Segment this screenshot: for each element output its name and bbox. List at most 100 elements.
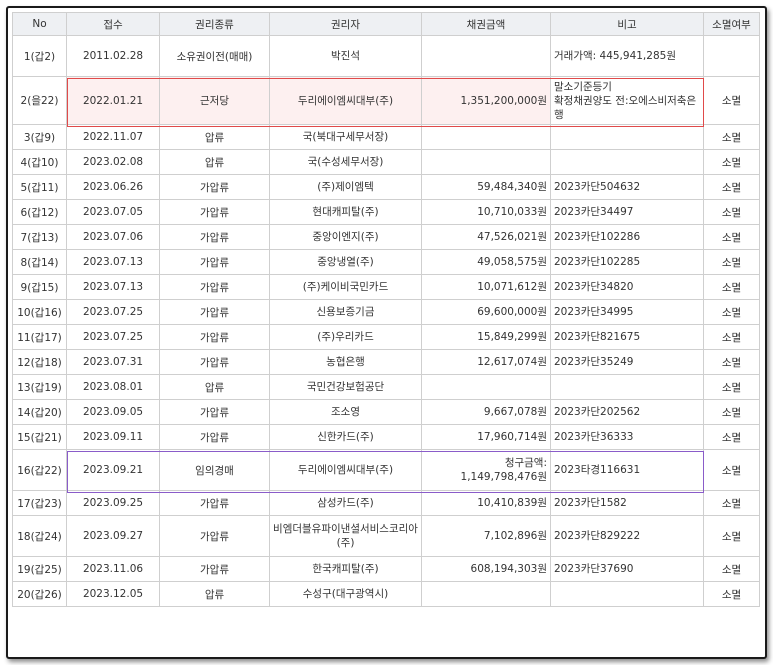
cell-status: 소멸 (703, 274, 760, 300)
cell-type: 가압류 (159, 399, 270, 425)
cell-date: 2023.07.13 (66, 249, 160, 275)
cell-amount: 608,194,303원 (421, 556, 551, 582)
cell-type: 가압류 (159, 515, 270, 557)
table-row: 4(갑10) 2023.02.08 압류 국(수성세무서장) 소멸 (12, 149, 760, 175)
cell-amount (421, 149, 551, 175)
cell-amount: 10,410,839원 (421, 490, 551, 516)
cell-type: 가압류 (159, 490, 270, 516)
cell-holder: (주)제이엠텍 (269, 174, 422, 200)
col-header-note: 비고 (550, 12, 704, 36)
cell-type: 임의경매 (159, 449, 270, 491)
cell-holder: (주)케이비국민카드 (269, 274, 422, 300)
cell-date: 2023.09.21 (66, 449, 160, 491)
cell-no: 16(갑22) (12, 449, 67, 491)
cell-holder: 국(수성세무서장) (269, 149, 422, 175)
table-row: 13(갑19) 2023.08.01 압류 국민건강보험공단 소멸 (12, 374, 760, 400)
cell-holder: 조소영 (269, 399, 422, 425)
table-row: 6(갑12) 2023.07.05 가압류 현대캐피탈(주) 10,710,033원 20… (12, 199, 760, 225)
table-row: 5(갑11) 2023.06.26 가압류 (주)제이엠텍 59,484,340원 202… (12, 174, 760, 200)
cell-no: 20(갑26) (12, 581, 67, 607)
cell-amount: 69,600,000원 (421, 299, 551, 325)
cell-amount (421, 581, 551, 607)
cell-note: 2023카단34820 (550, 274, 704, 300)
cell-status: 소멸 (703, 490, 760, 516)
cell-date: 2022.01.21 (66, 76, 160, 125)
cell-no: 13(갑19) (12, 374, 67, 400)
cell-status: 소멸 (703, 515, 760, 557)
cell-date: 2023.09.11 (66, 424, 160, 450)
cell-type: 압류 (159, 581, 270, 607)
register-table-panel: No 접수 권리종류 권리자 채권금액 비고 소멸여부 1(갑2) 2011.02… (6, 6, 767, 659)
cell-type: 가압류 (159, 174, 270, 200)
cell-date: 2023.06.26 (66, 174, 160, 200)
cell-date: 2023.07.06 (66, 224, 160, 250)
cell-date: 2023.09.27 (66, 515, 160, 557)
cell-no: 19(갑25) (12, 556, 67, 582)
cell-no: 7(갑13) (12, 224, 67, 250)
table-row: 10(갑16) 2023.07.25 가압류 신용보증기금 69,600,000원 202… (12, 299, 760, 325)
table-row: 9(갑15) 2023.07.13 가압류 (주)케이비국민카드 10,071,612원… (12, 274, 760, 300)
table-row: 11(갑17) 2023.07.25 가압류 (주)우리카드 15,849,299원 20… (12, 324, 760, 350)
cell-no: 10(갑16) (12, 299, 67, 325)
cell-note: 2023카단504632 (550, 174, 704, 200)
cell-status: 소멸 (703, 349, 760, 375)
cell-holder: (주)우리카드 (269, 324, 422, 350)
cell-type: 가압류 (159, 324, 270, 350)
cell-no: 8(갑14) (12, 249, 67, 275)
table-row: 15(갑21) 2023.09.11 가압류 신한카드(주) 17,960,714원 20… (12, 424, 760, 450)
cell-amount: 10,710,033원 (421, 199, 551, 225)
cell-type: 가압류 (159, 224, 270, 250)
table-row: 19(갑25) 2023.11.06 가압류 한국캐피탈(주) 608,194,303원… (12, 556, 760, 582)
cell-no: 6(갑12) (12, 199, 67, 225)
cell-no: 3(갑9) (12, 124, 67, 150)
cell-status: 소멸 (703, 249, 760, 275)
cell-type: 가압류 (159, 424, 270, 450)
cell-holder: 비엠더블유파이낸셜서비스코리아(주) (269, 515, 422, 557)
cell-holder: 한국캐피탈(주) (269, 556, 422, 582)
table-row: 20(갑26) 2023.12.05 압류 수성구(대구광역시) 소멸 (12, 581, 760, 607)
cell-no: 5(갑11) (12, 174, 67, 200)
cell-note: 2023카단829222 (550, 515, 704, 557)
table-row: 18(갑24) 2023.09.27 가압류 비엠더블유파이낸셜서비스코리아(주) 7,… (12, 515, 760, 557)
cell-amount: 7,102,896원 (421, 515, 551, 557)
cell-no: 9(갑15) (12, 274, 67, 300)
cell-note: 2023카단1582 (550, 490, 704, 516)
cell-no: 14(갑20) (12, 399, 67, 425)
cell-no: 12(갑18) (12, 349, 67, 375)
table-row: 1(갑2) 2011.02.28 소유권이전(매매) 박진석 거래가액: 445,941… (12, 35, 760, 77)
cell-amount: 47,526,021원 (421, 224, 551, 250)
cell-status: 소멸 (703, 224, 760, 250)
cell-note: 말소기준등기 확정채권양도 전:오에스비저축은행 (550, 76, 704, 125)
cell-note: 2023카단34995 (550, 299, 704, 325)
cell-holder: 신한카드(주) (269, 424, 422, 450)
cell-note: 2023카단102285 (550, 249, 704, 275)
cell-type: 압류 (159, 149, 270, 175)
cell-amount (421, 374, 551, 400)
cell-holder: 국민건강보험공단 (269, 374, 422, 400)
cell-amount: 15,849,299원 (421, 324, 551, 350)
cell-note: 2023카단36333 (550, 424, 704, 450)
cell-type: 가압류 (159, 299, 270, 325)
cell-holder: 수성구(대구광역시) (269, 581, 422, 607)
cell-type: 압류 (159, 374, 270, 400)
cell-holder: 박진석 (269, 35, 422, 77)
cell-amount: 12,617,074원 (421, 349, 551, 375)
cell-status: 소멸 (703, 299, 760, 325)
table-row: 17(갑23) 2023.09.25 가압류 삼성카드(주) 10,410,839원 20… (12, 490, 760, 516)
col-header-status: 소멸여부 (703, 12, 760, 36)
cell-status: 소멸 (703, 324, 760, 350)
cell-holder: 삼성카드(주) (269, 490, 422, 516)
table-row: 7(갑13) 2023.07.06 가압류 중앙이엔지(주) 47,526,021원 20… (12, 224, 760, 250)
cell-amount: 9,667,078원 (421, 399, 551, 425)
cell-type: 압류 (159, 124, 270, 150)
cell-holder: 농협은행 (269, 349, 422, 375)
cell-no: 15(갑21) (12, 424, 67, 450)
cell-type: 가압류 (159, 274, 270, 300)
cell-status: 소멸 (703, 424, 760, 450)
cell-amount: 10,071,612원 (421, 274, 551, 300)
cell-no: 1(갑2) (12, 35, 67, 77)
cell-type: 소유권이전(매매) (159, 35, 270, 77)
cell-status: 소멸 (703, 556, 760, 582)
cell-note (550, 149, 704, 175)
cell-amount: 17,960,714원 (421, 424, 551, 450)
